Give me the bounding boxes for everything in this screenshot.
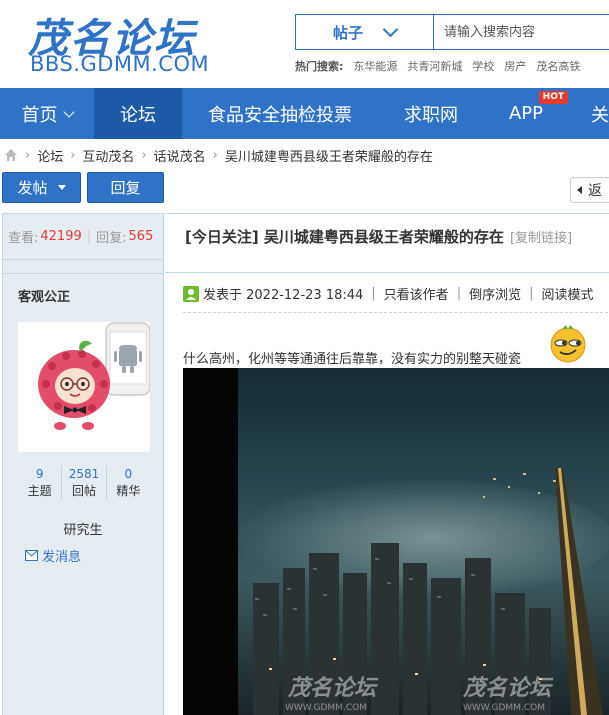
stat-label: 精华 (116, 484, 141, 498)
nav-item-home[interactable]: 首页 (0, 88, 94, 139)
thread-title-bar: [今日关注] 吴川城建粤西县级王者荣耀般的存在 [复制链接] (165, 213, 609, 258)
search-type-select[interactable]: 帖子 (296, 15, 434, 49)
author-stat-digest[interactable]: 0 精华 (107, 466, 150, 500)
read-mode-link[interactable]: 阅读模式 (541, 284, 593, 303)
author-stats: 9 主题 2581 回帖 0 精华 (18, 466, 150, 500)
search-input[interactable] (434, 15, 609, 49)
nav-item-app[interactable]: APP HOT (484, 88, 568, 139)
author-stat-threads[interactable]: 9 主题 (18, 466, 63, 500)
views-count: 42199 (40, 229, 82, 244)
search-box: 帖子 (295, 14, 609, 50)
reverse-order-link[interactable]: 倒序浏览 (469, 284, 521, 303)
stat-number: 9 (35, 467, 44, 481)
hot-search-term[interactable]: 房产 (504, 58, 526, 74)
meta-dashed-divider (183, 312, 609, 313)
smirk-emoji-icon (550, 325, 586, 363)
thread-stats: 查看: 42199 | 回复: 565 (3, 214, 163, 259)
stat-number: 2581 (68, 467, 100, 481)
sidebar-divider (3, 259, 163, 273)
search-type-label: 帖子 (332, 23, 363, 42)
breadcrumb-separator: › (212, 147, 218, 163)
stats-divider: | (86, 229, 92, 244)
breadcrumb: › 论坛 › 互动茂名 › 话说茂名 › 吴川城建粤西县级王者荣耀般的存在 (0, 139, 609, 171)
online-status-icon (183, 285, 199, 302)
nav-item-jobs[interactable]: 求职网 (378, 88, 484, 139)
site-header: 茂名论坛 BBS.GDMM.COM 帖子 热门搜索: 东华能源 共青河新城 学校… (0, 0, 609, 88)
post-meta: 发表于 2022-12-23 18:44 | 只看该作者 | 倒序浏览 | 阅读… (183, 284, 594, 303)
post-body-text: 什么高州，化州等等通通往后靠靠，没有实力的别整天碰瓷 (183, 352, 522, 367)
meta-separator: | (456, 286, 462, 301)
nav-item-label: APP (508, 103, 544, 124)
reply-button[interactable]: 回复 (87, 172, 164, 203)
hot-search: 热门搜索: 东华能源 共青河新城 学校 房产 茂名高铁 (295, 58, 580, 74)
replies-count: 565 (128, 229, 154, 244)
caret-down-icon (57, 185, 66, 190)
nav-item-label: 食品安全抽检投票 (208, 104, 352, 126)
photo-watermark-url: WWW.GDMM.COM (285, 703, 367, 713)
send-message-label: 发消息 (42, 550, 82, 565)
post-time: 发表于 2022-12-23 18:44 (203, 288, 364, 303)
copy-link-button[interactable]: [复制链接] (510, 227, 572, 246)
hot-badge: HOT (538, 91, 568, 104)
breadcrumb-separator: › (141, 147, 147, 163)
nav-item-label: 首页 (21, 104, 58, 126)
meta-separator: | (529, 286, 534, 301)
triangle-left-icon (577, 186, 582, 194)
hot-search-term[interactable]: 学校 (472, 58, 494, 74)
post-photo[interactable]: 茂名论坛 WWW.GDMM.COM 茂名论坛 WWW.GDMM.COM (183, 368, 609, 715)
chevron-down-icon (62, 105, 75, 118)
photo-watermark: 茂名论坛 (287, 676, 379, 701)
meta-separator: | (371, 286, 376, 301)
photo-watermark-url: WWW.GDMM.COM (463, 703, 545, 713)
main-nav: 首页 论坛 食品安全抽检投票 求职网 APP HOT 关 (0, 88, 609, 139)
breadcrumb-separator: › (25, 147, 31, 163)
stat-label: 回帖 (71, 484, 96, 498)
breadcrumb-item[interactable]: 话说茂名 (154, 146, 206, 165)
author-sidebar: 查看: 42199 | 回复: 565 客观公正 9 主题 2581 回帖 0 … (2, 213, 164, 715)
home-icon[interactable] (4, 148, 18, 162)
hot-search-label: 热门搜索: (295, 60, 344, 73)
new-post-button[interactable]: 发帖 (2, 172, 81, 203)
replies-label: 回复: (96, 231, 127, 246)
stat-label: 主题 (27, 484, 52, 498)
reply-label: 回复 (110, 179, 141, 197)
envelope-icon (25, 550, 38, 561)
breadcrumb-item[interactable]: 吴川城建粤西县级王者荣耀般的存在 (225, 146, 433, 165)
return-label: 返 (588, 183, 602, 199)
only-author-link[interactable]: 只看该作者 (384, 284, 449, 303)
site-domain[interactable]: BBS.GDMM.COM (30, 52, 209, 76)
views-label: 查看: (8, 231, 39, 246)
author-rank: 研究生 (63, 523, 103, 538)
nav-item-label: 关 (591, 104, 609, 126)
chevron-down-icon (382, 21, 399, 37)
nav-item-more[interactable]: 关 (568, 88, 609, 139)
avatar[interactable] (18, 322, 150, 452)
author-stat-replies[interactable]: 2581 回帖 (62, 466, 107, 500)
hot-search-term[interactable]: 共青河新城 (407, 58, 462, 74)
new-post-label: 发帖 (17, 179, 48, 197)
nav-item-food-vote[interactable]: 食品安全抽检投票 (182, 88, 378, 139)
breadcrumb-separator: › (70, 147, 76, 163)
post-divider (165, 272, 609, 273)
breadcrumb-item[interactable]: 互动茂名 (82, 146, 134, 165)
breadcrumb-item[interactable]: 论坛 (37, 146, 63, 165)
stat-number: 0 (124, 467, 133, 481)
nav-item-forum[interactable]: 论坛 (94, 88, 182, 139)
send-message-link[interactable]: 发消息 (25, 546, 81, 565)
nav-item-label: 求职网 (404, 104, 458, 126)
nav-item-label: 论坛 (120, 104, 156, 126)
thread-title: [今日关注] 吴川城建粤西县级王者荣耀般的存在 (185, 227, 504, 246)
return-list-button[interactable]: 返 (570, 177, 609, 203)
hot-search-term[interactable]: 东华能源 (353, 58, 397, 74)
photo-watermark: 茂名论坛 (462, 676, 554, 701)
hot-search-term[interactable]: 茂名高铁 (536, 58, 580, 74)
author-name[interactable]: 客观公正 (3, 273, 163, 317)
